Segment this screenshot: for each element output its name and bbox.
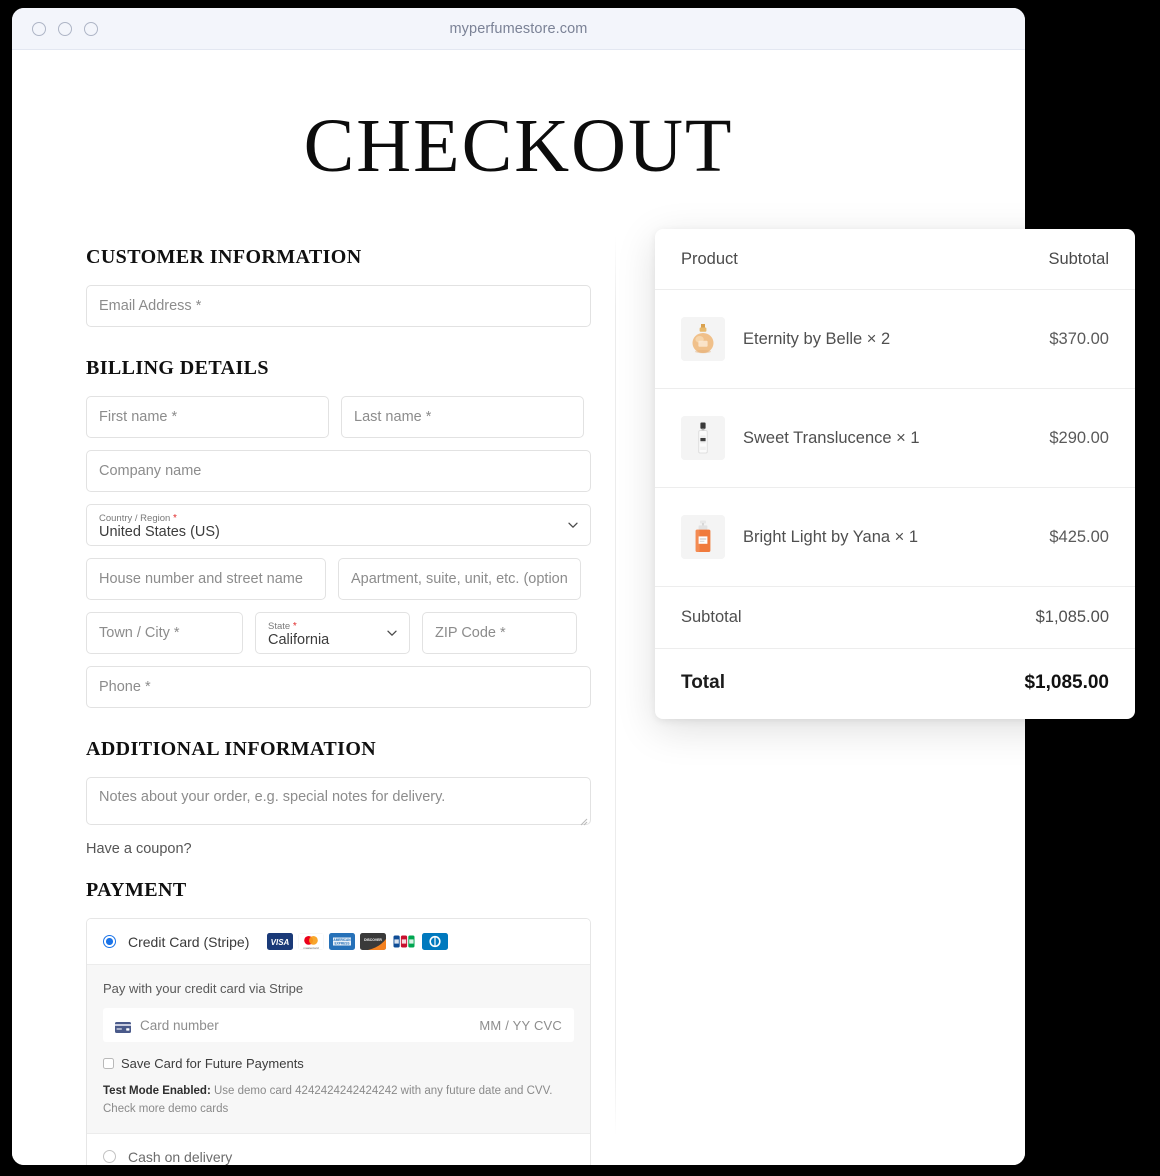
- last-name-placeholder: Last name *: [354, 409, 432, 425]
- column-divider: [615, 236, 616, 1136]
- payment-method-stripe[interactable]: Credit Card (Stripe) VISA mastercard AME…: [87, 919, 590, 964]
- order-col-product: Product: [681, 250, 738, 268]
- first-name-placeholder: First name *: [99, 409, 178, 425]
- save-card-checkbox[interactable]: [103, 1058, 114, 1069]
- city-field[interactable]: Town / City *: [86, 612, 243, 654]
- customer-information-heading: CUSTOMER INFORMATION: [86, 246, 362, 268]
- chevron-down-icon: [567, 519, 579, 531]
- order-item-price: $290.00: [1049, 428, 1109, 447]
- save-card-row[interactable]: Save Card for Future Payments: [103, 1056, 574, 1071]
- apartment-placeholder: Apartment, suite, unit, etc. (optional): [351, 571, 568, 587]
- order-item-price: $370.00: [1049, 329, 1109, 348]
- phone-placeholder: Phone *: [99, 679, 151, 695]
- mastercard-icon: mastercard: [298, 933, 325, 950]
- test-mode-label: Test Mode Enabled:: [103, 1085, 211, 1097]
- order-total-row: Total $1,085.00: [655, 649, 1135, 719]
- payment-method-cash-on-delivery[interactable]: Cash on delivery: [87, 1132, 590, 1165]
- phone-field[interactable]: Phone *: [86, 666, 591, 708]
- svg-text:DISCOVER: DISCOVER: [365, 938, 383, 942]
- order-subtotal-row: Subtotal $1,085.00: [655, 587, 1135, 649]
- street-row: House number and street name Apartment, …: [86, 558, 591, 612]
- name-row: First name * Last name *: [86, 396, 591, 450]
- stripe-label: Credit Card (Stripe): [128, 933, 250, 950]
- order-item-name: Bright Light by Yana × 1: [743, 527, 919, 546]
- test-mode-notice: Test Mode Enabled: Use demo card 4242424…: [103, 1083, 555, 1119]
- street-address-field[interactable]: House number and street name: [86, 558, 326, 600]
- product-thumbnail-round-peach-bottle: [681, 317, 725, 361]
- svg-text:mastercard: mastercard: [304, 946, 319, 950]
- state-label-text: State: [268, 620, 291, 632]
- apartment-field[interactable]: Apartment, suite, unit, etc. (optional): [338, 558, 581, 600]
- company-name-field[interactable]: Company name: [86, 450, 591, 492]
- order-item-name: Sweet Translucence × 1: [743, 428, 920, 447]
- payment-heading: PAYMENT: [86, 879, 187, 901]
- order-line-item: Eternity by Belle × 2 $370.00: [655, 290, 1135, 389]
- address-bar-url[interactable]: myperfumestore.com: [12, 21, 1025, 37]
- order-total-value: $1,085.00: [1024, 672, 1109, 693]
- stripe-note: Pay with your credit card via Stripe: [103, 981, 304, 996]
- required-asterisk: *: [172, 512, 177, 524]
- city-placeholder: Town / City *: [99, 625, 180, 641]
- order-subtotal-label: Subtotal: [681, 608, 742, 626]
- order-subtotal-value: $1,085.00: [1035, 608, 1109, 626]
- email-field[interactable]: Email Address *: [86, 285, 591, 327]
- order-summary-panel: Product Subtotal Eternity by Belle × 2 $…: [655, 229, 1135, 719]
- order-item-price: $425.00: [1049, 527, 1109, 546]
- country-value: United States (US): [99, 524, 220, 541]
- cash-on-delivery-label: Cash on delivery: [128, 1148, 233, 1165]
- browser-titlebar: myperfumestore.com: [12, 8, 1025, 50]
- amex-icon: AMERICAN EXPRESS: [329, 933, 356, 950]
- order-line-item: Bright Light by Yana × 1 $425.00: [655, 488, 1135, 587]
- save-card-label: Save Card for Future Payments: [121, 1056, 304, 1071]
- card-brand-logos: VISA mastercard AMERICAN EXPRESS DISCOVE…: [267, 933, 449, 950]
- expiry-cvc-placeholder: MM / YY CVC: [479, 1017, 562, 1033]
- product-thumbnail-tall-white-bottle: [681, 416, 725, 460]
- stripe-payment-body: Pay with your credit card via Stripe Car…: [87, 964, 590, 1133]
- state-value: California: [268, 632, 330, 649]
- country-label-text: Country / Region: [99, 512, 171, 524]
- order-col-subtotal: Subtotal: [1048, 250, 1109, 268]
- city-state-zip-row: Town / City * State * California ZIP Cod…: [86, 612, 591, 666]
- card-number-placeholder: Card number: [140, 1017, 219, 1033]
- billing-details-heading: BILLING DETAILS: [86, 357, 269, 379]
- additional-information-heading: ADDITIONAL INFORMATION: [86, 738, 377, 760]
- first-name-field[interactable]: First name *: [86, 396, 329, 438]
- jcb-icon: [391, 933, 418, 950]
- payment-methods-box: Credit Card (Stripe) VISA mastercard AME…: [86, 918, 591, 1165]
- zip-code-placeholder: ZIP Code *: [435, 625, 506, 641]
- checkout-form-column: CUSTOMER INFORMATION Email Address * BIL…: [12, 246, 615, 1165]
- street-address-placeholder: House number and street name: [99, 571, 303, 587]
- state-select[interactable]: State * California: [255, 612, 410, 654]
- diners-club-icon: [422, 933, 449, 950]
- state-label: State *: [268, 621, 379, 632]
- order-line-item: Sweet Translucence × 1 $290.00: [655, 389, 1135, 488]
- order-item-name: Eternity by Belle × 2: [743, 329, 891, 348]
- svg-text:EXPRESS: EXPRESS: [335, 942, 350, 946]
- email-placeholder: Email Address *: [99, 298, 202, 314]
- order-notes-placeholder: Notes about your order, e.g. special not…: [99, 789, 446, 805]
- chevron-down-icon: [386, 627, 398, 639]
- visa-icon: VISA: [267, 933, 294, 950]
- order-table-header: Product Subtotal: [655, 229, 1135, 290]
- zip-code-field[interactable]: ZIP Code *: [422, 612, 577, 654]
- company-name-placeholder: Company name: [99, 463, 202, 479]
- page-title: CHECKOUT: [303, 104, 734, 188]
- stripe-radio[interactable]: [103, 935, 116, 948]
- discover-icon: DISCOVER: [360, 933, 387, 950]
- coupon-toggle-link[interactable]: Have a coupon?: [86, 841, 591, 857]
- order-total-label: Total: [681, 672, 725, 693]
- last-name-field[interactable]: Last name *: [341, 396, 584, 438]
- stripe-card-field[interactable]: Card number MM / YY CVC: [103, 1008, 574, 1042]
- product-thumbnail-orange-flacon: [681, 515, 725, 559]
- credit-card-icon: [115, 1020, 131, 1033]
- cash-on-delivery-radio[interactable]: [103, 1150, 116, 1164]
- order-notes-textarea[interactable]: Notes about your order, e.g. special not…: [86, 777, 591, 825]
- country-select[interactable]: Country / Region * United States (US): [86, 504, 591, 546]
- svg-text:VISA: VISA: [271, 938, 290, 947]
- required-asterisk: *: [292, 620, 297, 632]
- order-notes-wrapper: Notes about your order, e.g. special not…: [86, 777, 591, 826]
- country-label: Country / Region *: [99, 513, 560, 524]
